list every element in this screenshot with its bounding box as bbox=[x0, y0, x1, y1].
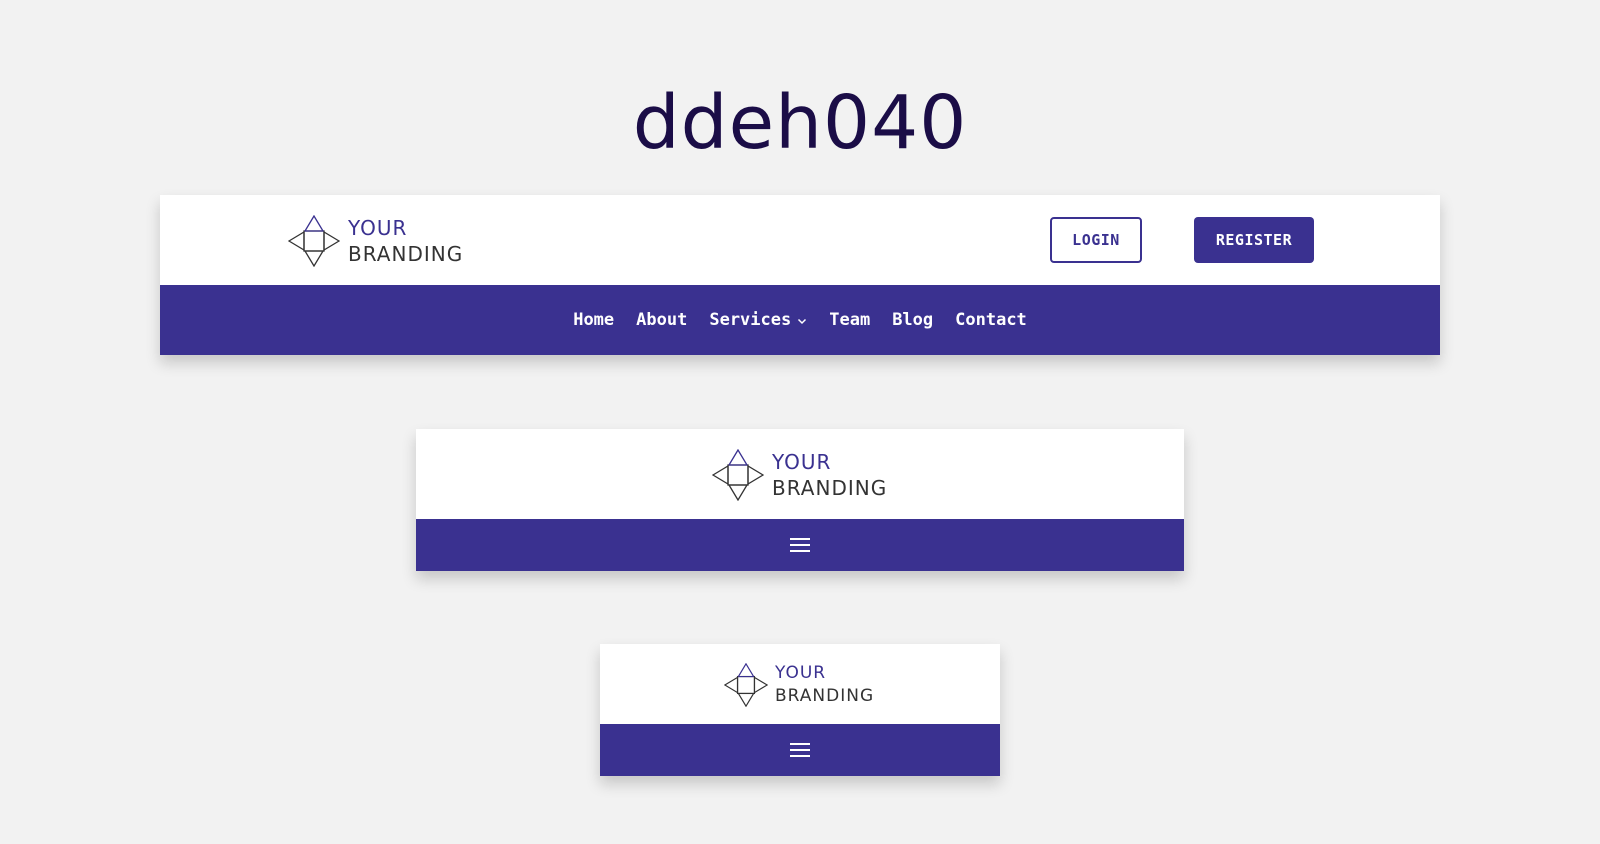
brand-line-branding: BRANDING bbox=[775, 686, 875, 706]
chevron-down-icon bbox=[797, 310, 807, 330]
mobile-nav-bar bbox=[600, 724, 1000, 776]
nav-item-label: Services bbox=[709, 310, 792, 330]
nav-item-about[interactable]: About bbox=[636, 310, 687, 330]
nav-item-label: About bbox=[636, 310, 688, 330]
diamond-logo-icon bbox=[724, 663, 768, 707]
brand-line-your: YOUR bbox=[775, 663, 827, 683]
nav-item-blog[interactable]: Blog bbox=[892, 310, 933, 330]
nav-item-home[interactable]: Home bbox=[573, 310, 614, 330]
nav-item-team[interactable]: Team bbox=[829, 310, 870, 330]
tablet-nav-bar bbox=[416, 519, 1184, 571]
page-title: ddeh040 bbox=[632, 80, 968, 166]
mobile-header: YOUR BRANDING bbox=[600, 644, 1000, 776]
nav-item-label: Contact bbox=[955, 310, 1027, 330]
brand-logo[interactable]: YOUR BRANDING bbox=[712, 449, 887, 501]
brand-logo[interactable]: YOUR BRANDING bbox=[288, 215, 463, 267]
page: ddeh040 YOUR BRANDING LOGIN REGISTER Hom… bbox=[0, 0, 1600, 844]
brand-line-your: YOUR bbox=[348, 216, 408, 240]
diamond-logo-icon bbox=[288, 215, 340, 267]
brand-logo[interactable]: YOUR BRANDING bbox=[724, 662, 874, 708]
nav-item-label: Team bbox=[829, 310, 871, 330]
mobile-top-bar: YOUR BRANDING bbox=[600, 644, 1000, 724]
tablet-header: YOUR BRANDING bbox=[416, 429, 1184, 571]
nav-item-label: Blog bbox=[892, 310, 934, 330]
hamburger-menu-icon[interactable] bbox=[790, 538, 810, 552]
register-button[interactable]: REGISTER bbox=[1194, 217, 1314, 263]
desktop-header: YOUR BRANDING LOGIN REGISTER Home About … bbox=[160, 195, 1440, 355]
desktop-top-bar: YOUR BRANDING LOGIN REGISTER bbox=[160, 195, 1440, 285]
login-button[interactable]: LOGIN bbox=[1050, 217, 1142, 263]
nav-item-services[interactable]: Services bbox=[709, 310, 807, 330]
brand-text: YOUR BRANDING bbox=[775, 662, 874, 708]
desktop-nav-bar: Home About Services Team Blog Contact bbox=[160, 285, 1440, 355]
tablet-top-bar: YOUR BRANDING bbox=[416, 429, 1184, 519]
hamburger-menu-icon[interactable] bbox=[790, 743, 810, 757]
diamond-logo-icon bbox=[712, 449, 764, 501]
nav-item-contact[interactable]: Contact bbox=[955, 310, 1027, 330]
brand-text: YOUR BRANDING bbox=[772, 449, 887, 501]
brand-line-branding: BRANDING bbox=[772, 476, 888, 500]
brand-line-your: YOUR bbox=[772, 450, 832, 474]
brand-line-branding: BRANDING bbox=[348, 242, 464, 266]
brand-text: YOUR BRANDING bbox=[348, 215, 463, 267]
nav-menu: Home About Services Team Blog Contact bbox=[562, 310, 1038, 330]
nav-item-label: Home bbox=[573, 310, 615, 330]
